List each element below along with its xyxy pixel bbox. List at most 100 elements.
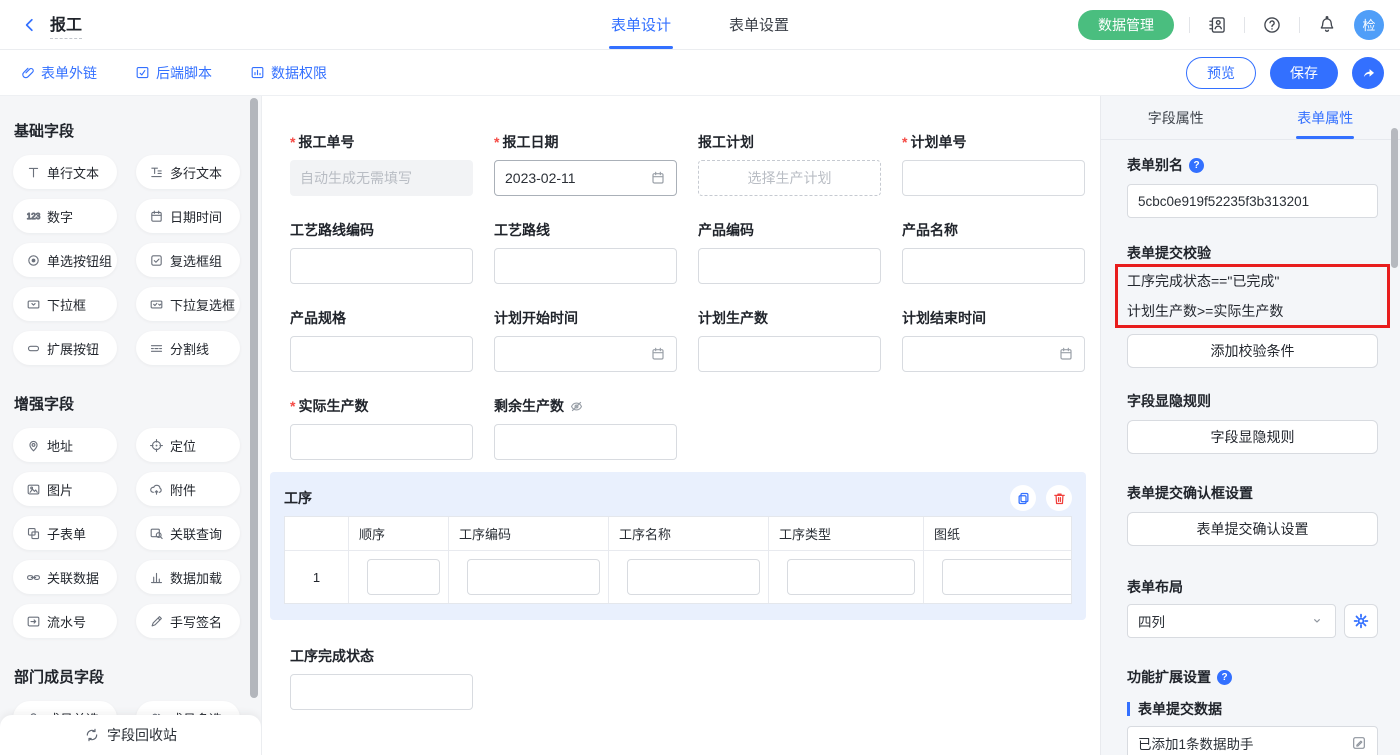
sidebar-item[interactable]: 复选框组	[136, 243, 240, 277]
form-field[interactable]: 产品规格	[290, 308, 473, 372]
sidebar-item[interactable]: 单行文本	[13, 155, 117, 189]
sidebar-item[interactable]: 子表单	[13, 516, 117, 550]
user-avatar[interactable]: 检	[1354, 10, 1384, 40]
sidebar-scrollbar[interactable]	[250, 98, 258, 698]
question-icon[interactable]: ?	[1217, 670, 1232, 685]
toolbar-link[interactable]: 表单外链	[20, 63, 97, 83]
sidebar-item[interactable]: 关联数据	[13, 560, 117, 594]
form-field[interactable]: 报工计划 选择生产计划	[698, 132, 881, 196]
submit-confirm-button[interactable]: 表单提交确认设置	[1127, 512, 1378, 546]
form-field[interactable]: *计划单号	[902, 132, 1085, 196]
page-title[interactable]: 报工	[50, 11, 82, 39]
field-input[interactable]	[698, 336, 881, 372]
field-recycle-bin[interactable]: 字段回收站	[0, 715, 261, 755]
cell-input[interactable]	[367, 559, 440, 595]
sidebar-item[interactable]: 定位	[136, 428, 240, 462]
cell-input[interactable]	[627, 559, 760, 595]
visibility-rules-button[interactable]: 字段显隐规则	[1127, 420, 1378, 454]
sidebar-item[interactable]: 图片	[13, 472, 117, 506]
field-input[interactable]: 选择生产计划	[698, 160, 881, 196]
sidebar-item[interactable]: 关联查询	[136, 516, 240, 550]
form-field[interactable]: 计划生产数	[698, 308, 881, 372]
field-input[interactable]	[902, 336, 1085, 372]
field-input[interactable]	[494, 248, 677, 284]
sidebar-item[interactable]: 单选按钮组	[13, 243, 117, 277]
field-label: 产品编码	[698, 220, 881, 240]
back-button[interactable]	[16, 11, 44, 39]
cell-input[interactable]	[787, 559, 915, 595]
cell-input[interactable]	[467, 559, 600, 595]
sidebar-item[interactable]: 日期时间	[136, 199, 240, 233]
text-input[interactable]	[290, 674, 473, 710]
divider	[1299, 17, 1300, 33]
field-label: *报工日期	[494, 132, 677, 152]
form-field[interactable]: 计划开始时间	[494, 308, 677, 372]
header-tab-1[interactable]: 表单设置	[729, 0, 789, 49]
help-button[interactable]	[1260, 13, 1284, 37]
panel-tab-0[interactable]: 字段属性	[1101, 96, 1251, 139]
field-label: *报工单号	[290, 132, 473, 152]
question-icon[interactable]: ?	[1189, 158, 1204, 173]
field-input[interactable]	[494, 424, 677, 460]
field-input[interactable]	[290, 424, 473, 460]
sidebar-item[interactable]: 分割线	[136, 331, 240, 365]
notification-button[interactable]	[1315, 13, 1339, 37]
form-field[interactable]: 工艺路线	[494, 220, 677, 284]
form-field[interactable]: *报工单号 自动生成无需填写	[290, 132, 473, 196]
subform-section[interactable]: 工序 顺序工序编码工序名称工序类型图纸 1	[270, 472, 1086, 620]
sidebar-item[interactable]: 下拉框	[13, 287, 117, 321]
layout-select[interactable]: 四列	[1127, 604, 1336, 638]
save-button[interactable]: 保存	[1270, 57, 1338, 89]
sidebar-item[interactable]: 附件	[136, 472, 240, 506]
sidebar-item[interactable]: 多行文本	[136, 155, 240, 189]
sidebar-item[interactable]: 手写签名	[136, 604, 240, 638]
form-field[interactable]: 产品名称	[902, 220, 1085, 284]
field-input[interactable]	[290, 336, 473, 372]
header-tab-0[interactable]: 表单设计	[611, 0, 671, 49]
form-field[interactable]: 工艺路线编码	[290, 220, 473, 284]
sidebar-item[interactable]: 扩展按钮	[13, 331, 117, 365]
form-field[interactable]: 计划结束时间	[902, 308, 1085, 372]
form-alias-input[interactable]: 5cbc0e919f52235f3b313201	[1127, 184, 1378, 218]
panel-tab-1[interactable]: 表单属性	[1251, 96, 1400, 139]
validation-rule[interactable]: 计划生产数>=实际生产数	[1127, 296, 1378, 326]
form-field[interactable]: *实际生产数	[290, 396, 473, 460]
field-input[interactable]	[698, 248, 881, 284]
sidebar-item[interactable]: 数字	[13, 199, 117, 233]
sidebar-item[interactable]: 下拉复选框	[136, 287, 240, 321]
cell-input[interactable]	[942, 559, 1072, 595]
field-input[interactable]: 自动生成无需填写	[290, 160, 473, 196]
sidebar-item[interactable]: 地址	[13, 428, 117, 462]
toolbar-link[interactable]: 后端脚本	[135, 63, 212, 83]
confirm-title: 表单提交确认框设置	[1127, 484, 1378, 502]
visibility-title: 字段显隐规则	[1127, 392, 1378, 410]
subform-copy-button[interactable]	[1010, 485, 1036, 511]
field-input[interactable]	[902, 160, 1085, 196]
data-manage-button[interactable]: 数据管理	[1078, 10, 1174, 40]
layout-settings-button[interactable]	[1344, 604, 1378, 638]
required-asterisk: *	[290, 134, 295, 150]
form-field[interactable]: *报工日期 2023-02-11	[494, 132, 677, 196]
field-input[interactable]	[290, 248, 473, 284]
submit-data-group-label: 表单提交数据	[1127, 700, 1378, 718]
form-field[interactable]: 剩余生产数	[494, 396, 677, 460]
sidebar-item[interactable]: 流水号	[13, 604, 117, 638]
panel-scrollbar[interactable]	[1391, 128, 1398, 268]
field-input[interactable]	[902, 248, 1085, 284]
field-input[interactable]: 2023-02-11	[494, 160, 677, 196]
sidebar-item[interactable]: 数据加载	[136, 560, 240, 594]
form-field[interactable]: 产品编码	[698, 220, 881, 284]
related-query-icon	[149, 526, 164, 541]
field-process-status[interactable]: 工序完成状态	[290, 646, 473, 710]
checkbox-icon	[149, 253, 164, 268]
field-input[interactable]	[494, 336, 677, 372]
contacts-button[interactable]	[1205, 13, 1229, 37]
submit-data-box[interactable]: 已添加1条数据助手	[1127, 726, 1378, 755]
add-validation-button[interactable]: 添加校验条件	[1127, 334, 1378, 368]
share-button[interactable]	[1352, 57, 1384, 89]
toolbar-link[interactable]: 数据权限	[250, 63, 327, 83]
subform-delete-button[interactable]	[1046, 485, 1072, 511]
validation-rule[interactable]: 工序完成状态=="已完成"	[1127, 266, 1378, 296]
preview-button[interactable]: 预览	[1186, 57, 1256, 89]
edit-icon[interactable]	[1351, 735, 1367, 751]
